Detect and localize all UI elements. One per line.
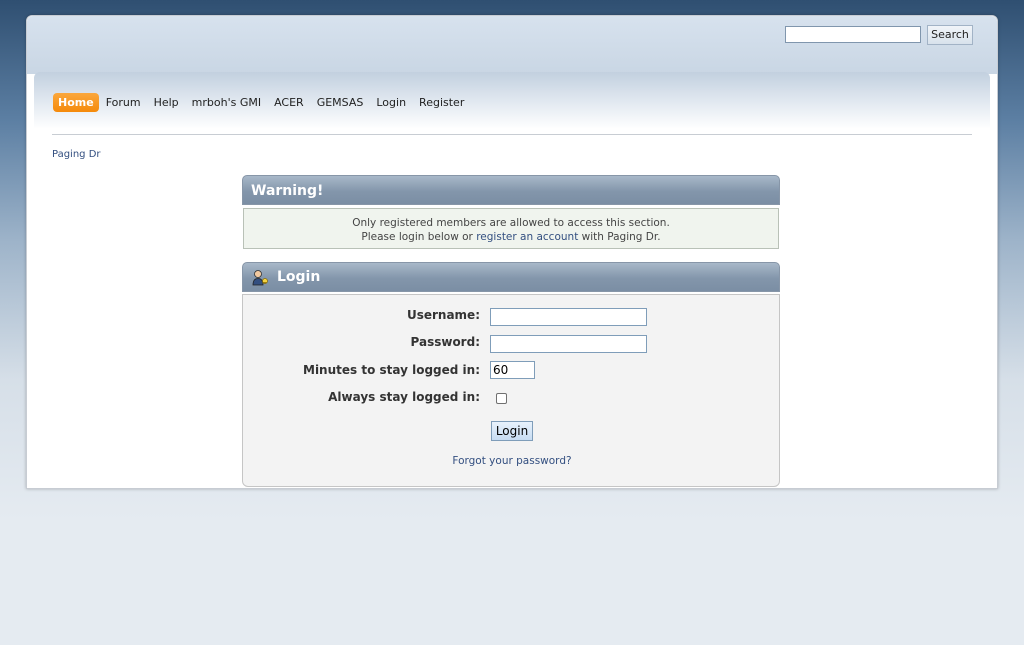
page-wrapper: Search Home Forum Help mrboh's GMI ACER … [26,15,998,489]
login-title: Login [277,269,321,285]
search-input[interactable] [785,26,921,43]
menu-bar: Home Forum Help mrboh's GMI ACER GEMSAS … [34,72,990,129]
warning-title: Warning! [242,175,780,205]
main-menu: Home Forum Help mrboh's GMI ACER GEMSAS … [53,93,471,112]
warning-message: Only registered members are allowed to a… [243,208,779,249]
warning-line-1: Only registered members are allowed to a… [352,217,670,229]
always-logged-label: Always stay logged in: [328,390,480,404]
menu-item-home[interactable]: Home [53,93,99,112]
username-label: Username: [406,308,480,322]
divider [52,134,972,135]
menu-item-mrboh-gmi[interactable]: mrboh's GMI [186,93,267,112]
register-link[interactable]: register an account [476,231,578,243]
warning-line-2-prefix: Please login below or [361,231,477,243]
always-logged-checkbox[interactable] [496,393,507,404]
username-input[interactable] [490,308,647,326]
breadcrumb-link[interactable]: Paging Dr [52,149,101,160]
menu-item-register[interactable]: Register [413,93,470,112]
forgot-password-link[interactable]: Forgot your password? [452,455,571,467]
search-button[interactable]: Search [927,25,973,45]
menu-item-forum[interactable]: Forum [100,93,147,112]
menu-item-help[interactable]: Help [148,93,185,112]
forgot-password-container: Forgot your password? [243,455,781,467]
password-input[interactable] [490,335,647,353]
login-form: Username: Password: Minutes to stay logg… [242,294,780,487]
minutes-label: Minutes to stay logged in: [303,363,480,377]
password-label: Password: [410,335,481,349]
menu-item-gemsas[interactable]: GEMSAS [311,93,370,112]
minutes-input[interactable] [490,361,535,379]
header: Search [27,16,997,74]
login-header: Login [242,262,780,292]
warning-line-2: Please login below or register an accoun… [244,230,778,244]
menu-item-acer[interactable]: ACER [268,93,310,112]
menu-item-login[interactable]: Login [370,93,412,112]
login-button[interactable]: Login [491,421,533,441]
user-icon [251,268,269,286]
warning-line-2-suffix: with Paging Dr. [578,231,661,243]
